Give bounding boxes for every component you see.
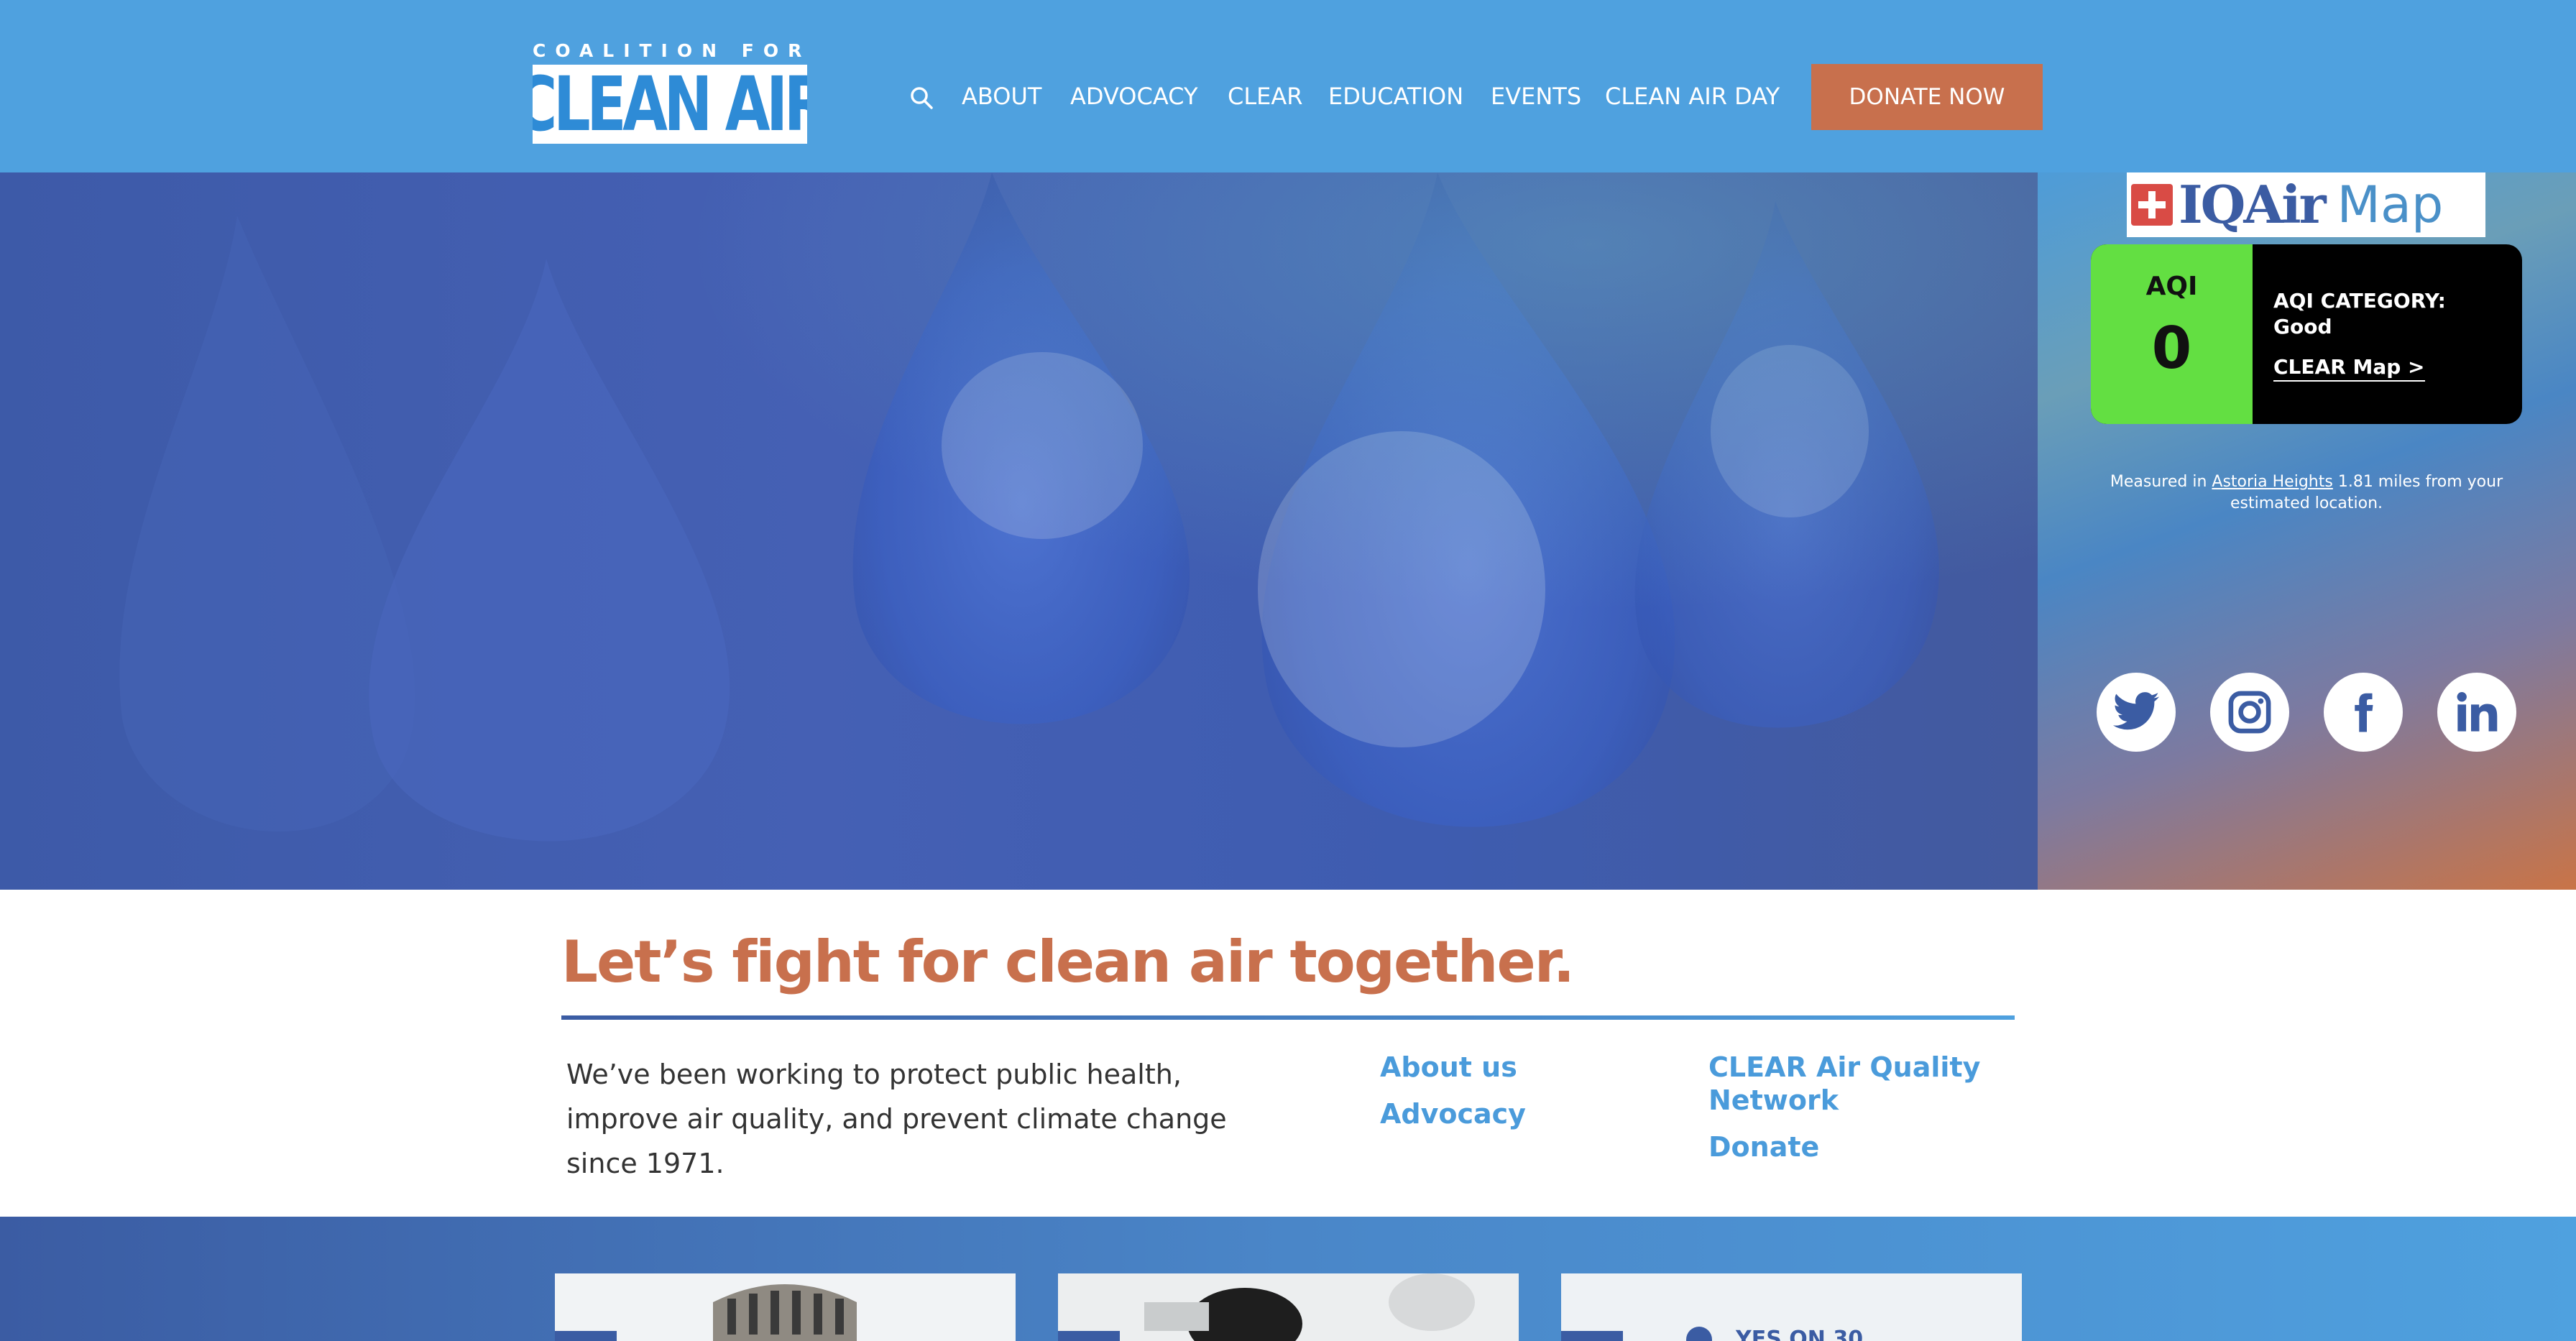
hero-overlay (0, 172, 2038, 890)
site-logo[interactable]: COALITION FOR CLEAN AIR (533, 42, 807, 144)
iqair-map-logo[interactable]: IQAir Map (2127, 172, 2485, 237)
logo-box: CLEAN AIR (533, 65, 807, 144)
nav-clear[interactable]: CLEAR (1228, 80, 1303, 112)
clear-map-link[interactable]: CLEAR Map > (2273, 355, 2425, 382)
aqi-category-value: Good (2273, 315, 2332, 338)
measured-location-note: Measured in Astoria Heights 1.81 miles f… (2091, 471, 2522, 515)
measured-prefix: Measured in (2110, 473, 2207, 491)
page-headline: Let’s fight for clean air together. (561, 928, 1575, 995)
capitol-dome-image (555, 1273, 1016, 1341)
nav-advocacy[interactable]: ADVOCACY (1070, 80, 1197, 112)
facebook-icon[interactable] (2324, 673, 2403, 752)
iqair-brand: IQAir (2179, 174, 2327, 235)
logo-top-text: COALITION FOR (533, 40, 811, 61)
fuel-nozzle-image (1058, 1273, 1519, 1341)
card-tag (1058, 1331, 1120, 1341)
card-tag (555, 1331, 617, 1341)
aqi-category-label: AQI CATEGORY: (2273, 289, 2446, 313)
about-us-link[interactable]: About us (1380, 1051, 1517, 1084)
nav-clean-air-day[interactable]: CLEAN AIR DAY (1605, 80, 1780, 112)
swiss-cross-icon (2131, 184, 2173, 226)
clear-network-link[interactable]: CLEAR Air Quality Network (1708, 1051, 2010, 1117)
nav-events[interactable]: EVENTS (1491, 80, 1581, 112)
aqi-label: AQI (2145, 272, 2198, 301)
aqi-card: AQI 0 AQI CATEGORY: Good CLEAR Map > (2091, 244, 2522, 424)
aqi-indicator: AQI 0 (2091, 244, 2253, 424)
aqi-value: 0 (2151, 315, 2192, 382)
headline-divider (561, 1015, 2015, 1020)
search-icon[interactable] (908, 85, 934, 111)
twitter-icon[interactable] (2097, 673, 2176, 752)
feature-card[interactable] (1058, 1273, 1519, 1341)
intro-text: We’ve been working to protect public hea… (566, 1059, 1227, 1179)
hero-image (0, 172, 2038, 890)
feature-card[interactable] (555, 1273, 1016, 1341)
donate-link[interactable]: Donate (1708, 1130, 1819, 1163)
nav-education[interactable]: EDUCATION (1328, 80, 1463, 112)
logo-main-text: CLEAN AIR (533, 65, 807, 144)
measured-place-link[interactable]: Astoria Heights (2212, 473, 2332, 491)
instagram-icon[interactable] (2210, 673, 2289, 752)
nav-about[interactable]: ABOUT (962, 80, 1041, 112)
card-title: YES ON 30 (1736, 1327, 1864, 1341)
advocacy-link[interactable]: Advocacy (1380, 1097, 1526, 1130)
donate-now-button[interactable]: DONATE NOW (1811, 64, 2043, 130)
iqair-map-label: Map (2337, 175, 2444, 234)
linkedin-icon[interactable] (2437, 673, 2516, 752)
